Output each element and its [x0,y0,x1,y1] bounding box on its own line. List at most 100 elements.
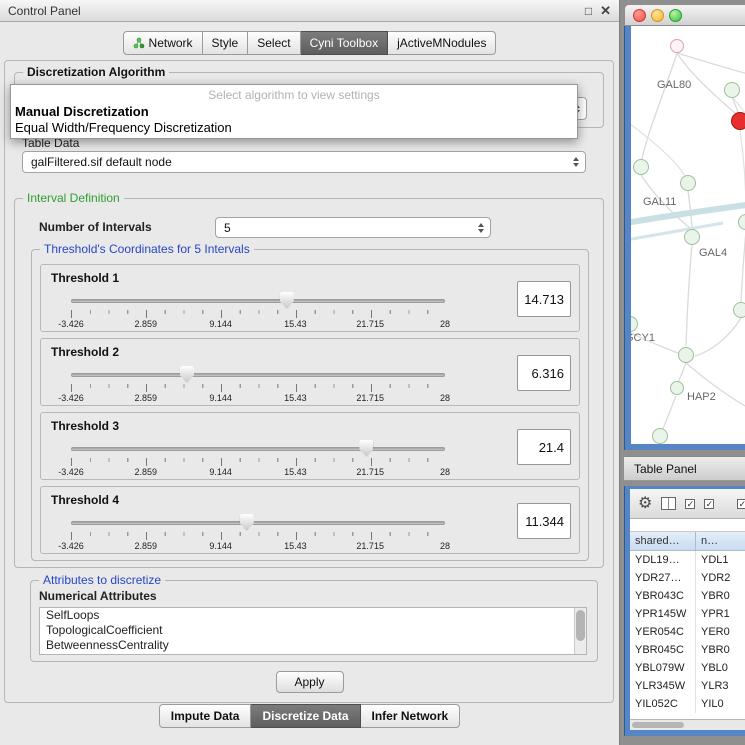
minimize-button[interactable] [651,9,664,22]
slider-thumb[interactable] [359,440,373,457]
table-row[interactable]: YBR045CYBR0 [630,641,745,659]
num-intervals-value: 5 [224,221,231,235]
slider-track[interactable] [71,299,445,303]
threshold-4-box: Threshold 4 -3.426 2.859 9.144 15.43 21.… [40,486,580,554]
tab-label: Impute Data [171,709,240,723]
slider-tick-labels: -3.426 2.859 9.144 15.43 21.715 28 [71,467,445,478]
tab-select[interactable]: Select [248,31,300,55]
stepper-icon [478,223,484,233]
column-header-name[interactable]: n… [696,532,745,551]
slider-thumb[interactable] [280,292,294,309]
threshold-3-box: Threshold 3 -3.426 2.859 9.144 15.43 21.… [40,412,580,480]
checkbox-icon[interactable]: ✓ [685,499,695,509]
checkbox-icon[interactable]: ✓ [704,499,714,509]
network-node[interactable] [670,39,684,53]
group-legend: Discretization Algorithm [23,65,169,79]
control-panel-window: Control Panel □ ✕ Network Style Select [0,0,620,745]
slider-ticks [71,310,445,319]
table-panel-window: ⚙ ✓ ✓ ✓ shared… n… YDL19…YDL1 YDR27…YDR2… [624,486,745,736]
table-row[interactable]: YDL19…YDL1 [630,551,745,569]
horizontal-scrollbar[interactable] [630,719,745,730]
tab-infer-network[interactable]: Infer Network [361,704,461,728]
threshold-4-slider[interactable] [71,514,445,531]
table-data-select[interactable]: galFiltered.sif default node [22,151,586,173]
list-item[interactable]: SelfLoops [40,608,586,623]
list-item[interactable]: BetweennessCentrality [40,638,586,653]
scrollbar-thumb[interactable] [632,722,684,728]
popup-option-equal-width-frequency[interactable]: Equal Width/Frequency Discretization [11,119,577,135]
threshold-2-slider[interactable] [71,366,445,383]
list-item[interactable]: TopologicalCoefficient [40,623,586,638]
slider-thumb[interactable] [240,514,254,531]
network-node[interactable] [678,347,694,363]
network-window-frame: GAL80 GAL11 GAL4 GCY1 HAP2 [624,26,745,450]
tab-discretize-data[interactable]: Discretize Data [251,704,360,728]
threshold-label: Threshold 1 [51,271,119,285]
checkbox-icon[interactable]: ✓ [737,499,745,509]
table-gap [630,519,745,532]
table-body[interactable]: YDL19…YDL1 YDR27…YDR2 YBR043CYBR0 YPR145… [630,551,745,719]
group-legend: Attributes to discretize [39,573,165,587]
table-row[interactable]: YBR043CYBR0 [630,587,745,605]
tab-cyni-toolbox[interactable]: Cyni Toolbox [301,31,388,55]
network-view-window: GAL80 GAL11 GAL4 GCY1 HAP2 [624,4,745,450]
tab-jactivemnodules[interactable]: jActiveMNodules [388,31,496,55]
network-canvas[interactable]: GAL80 GAL11 GAL4 GCY1 HAP2 [631,26,745,444]
table-row[interactable]: YBL079WYBL0 [630,659,745,677]
scrollbar-thumb[interactable] [576,610,585,641]
apply-button[interactable]: Apply [275,671,343,693]
zoom-button[interactable] [669,9,682,22]
tab-label: Discretize Data [262,709,348,723]
stepper-icon [573,157,579,167]
network-node[interactable] [670,381,684,395]
num-intervals-select[interactable]: 5 [215,217,491,238]
columns-icon[interactable] [661,497,676,510]
threshold-label: Threshold 4 [51,493,119,507]
column-header-shared[interactable]: shared… [630,532,696,551]
thresholds-group: Threshold's Coordinates for 5 Intervals … [31,249,589,561]
top-tab-bar: Network Style Select Cyni Toolbox jActiv… [0,31,619,55]
table-row[interactable]: YER054CYER0 [630,623,745,641]
window-title: Control Panel [8,4,81,18]
table-row[interactable]: YDR27…YDR2 [630,569,745,587]
table-row[interactable]: YPR145WYPR1 [630,605,745,623]
table-toolbar: ⚙ ✓ ✓ ✓ [630,489,745,519]
gear-icon[interactable]: ⚙ [638,496,652,512]
threshold-2-box: Threshold 2 -3.426 2.859 9.144 15.43 21.… [40,338,580,406]
slider-track[interactable] [71,373,445,377]
close-window-icon[interactable]: ✕ [600,4,611,17]
slider-track[interactable] [71,521,445,525]
slider-track[interactable] [71,447,445,451]
tab-impute-data[interactable]: Impute Data [159,704,252,728]
group-legend: Interval Definition [23,191,124,205]
threshold-4-value-input[interactable]: 11.344 [517,503,571,539]
network-node[interactable] [684,229,700,245]
table-row[interactable]: YLR345WYLR3 [630,677,745,695]
network-node[interactable] [633,159,649,175]
threshold-1-slider[interactable] [71,292,445,309]
tab-style[interactable]: Style [203,31,249,55]
network-node[interactable] [652,428,668,444]
network-node[interactable] [680,175,696,191]
float-window-icon[interactable]: □ [585,5,592,17]
network-node[interactable] [733,302,745,318]
slider-thumb[interactable] [180,366,194,383]
popup-option-manual-discretization[interactable]: Manual Discretization [11,103,577,119]
tab-network[interactable]: Network [123,31,203,55]
vertical-scrollbar[interactable] [574,608,586,654]
threshold-3-slider[interactable] [71,440,445,457]
threshold-3-value-input[interactable]: 21.4 [517,429,571,465]
network-node-selected[interactable] [731,112,745,130]
tab-label: jActiveMNodules [397,36,486,50]
threshold-2-value-input[interactable]: 6.316 [517,355,571,391]
table-row[interactable]: YIL052CYIL0 [630,695,745,713]
network-node[interactable] [724,82,740,98]
network-window-titlebar[interactable] [624,4,745,26]
group-legend: Threshold's Coordinates for 5 Intervals [40,242,254,256]
table-data-value: galFiltered.sif default node [31,155,172,169]
close-button[interactable] [633,9,646,22]
threshold-1-value-input[interactable]: 14.713 [517,281,571,317]
interval-definition-group: Interval Definition Number of Intervals … [14,198,604,568]
slider-ticks [71,458,445,467]
tab-label: Network [149,36,193,50]
